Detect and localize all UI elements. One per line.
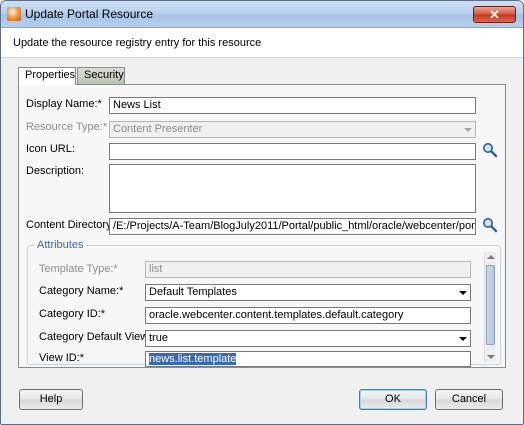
portal-resource-icon — [7, 7, 21, 21]
scroll-thumb[interactable] — [486, 265, 495, 345]
resource-type-select: Content Presenter — [109, 121, 476, 138]
template-type-label: Template Type:* — [39, 263, 118, 275]
window-title: Update Portal Resource — [25, 7, 154, 21]
tab-properties[interactable]: Properties — [18, 67, 76, 85]
category-id-input[interactable]: oracle.webcenter.content.templates.defau… — [145, 307, 471, 324]
magnifier-icon[interactable] — [482, 217, 498, 233]
category-default-view-select[interactable]: true — [145, 330, 471, 347]
category-default-view-label: Category Default View:* — [39, 331, 156, 343]
header-panel: Update the resource registry entry for t… — [1, 28, 523, 58]
tab-properties-label: Properties — [25, 69, 76, 81]
view-id-input[interactable]: news.list.template — [145, 351, 471, 367]
content-directory-input[interactable]: /E:/Projects/A-Team/BlogJuly2011/Portal/… — [109, 218, 476, 235]
resource-type-value: Content Presenter — [113, 123, 203, 135]
close-button[interactable]: ✕ — [473, 6, 516, 23]
attributes-legend: Attributes — [34, 239, 87, 251]
attributes-scrollbar[interactable] — [484, 252, 496, 362]
content-directory-label: Content Directory: — [26, 219, 115, 231]
tab-security-label: Security — [84, 69, 124, 81]
attributes-group: Attributes Template Type:* list Category… — [27, 239, 501, 367]
chevron-down-icon[interactable] — [457, 332, 469, 345]
description-label: Description: — [26, 165, 85, 177]
category-name-label: Category Name:* — [39, 285, 124, 297]
display-name-input[interactable]: News List — [109, 97, 476, 114]
category-default-view-value: true — [149, 332, 168, 344]
category-name-select[interactable]: Default Templates — [145, 284, 471, 301]
chevron-down-icon — [462, 123, 474, 136]
scroll-down-icon[interactable] — [487, 355, 495, 359]
icon-url-input[interactable] — [109, 143, 476, 160]
scroll-up-icon[interactable] — [487, 255, 495, 259]
chevron-down-icon[interactable] — [457, 286, 469, 299]
view-id-value: news.list.template — [149, 353, 237, 365]
magnifier-icon[interactable] — [482, 142, 498, 158]
resource-type-label: Resource Type:* — [26, 121, 108, 133]
ok-button[interactable]: OK — [359, 389, 427, 410]
properties-panel: Display Name:* News List Resource Type:*… — [18, 84, 506, 368]
category-id-label: Category ID:* — [39, 308, 106, 320]
cancel-button[interactable]: Cancel — [435, 389, 503, 410]
icon-url-label: Icon URL: — [26, 143, 75, 155]
dialog-window: Update Portal Resource ✕ Update the reso… — [0, 0, 524, 425]
template-type-input: list — [145, 261, 471, 278]
view-id-label: View ID:* — [39, 352, 85, 364]
title-bar[interactable]: Update Portal Resource ✕ — [1, 1, 523, 28]
display-name-label: Display Name:* — [26, 98, 102, 110]
category-name-value: Default Templates — [149, 286, 237, 298]
description-textarea[interactable] — [109, 164, 476, 213]
header-description: Update the resource registry entry for t… — [13, 37, 262, 49]
tab-security[interactable]: Security — [77, 67, 125, 84]
help-button[interactable]: Help — [19, 389, 83, 410]
